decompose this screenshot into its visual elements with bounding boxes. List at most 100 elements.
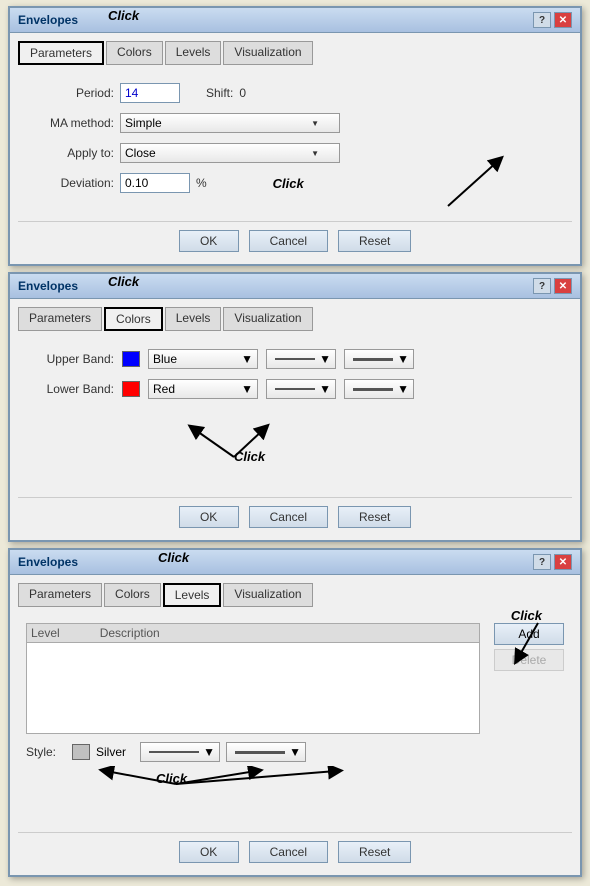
title-buttons-2: ? ✕ xyxy=(533,278,572,294)
levels-form-area: Level Description Add Delete xyxy=(18,615,572,824)
title-buttons-3: ? ✕ xyxy=(533,554,572,570)
help-button-2[interactable]: ? xyxy=(533,278,551,294)
reset-button-1[interactable]: Reset xyxy=(338,230,411,252)
tabs-1: Parameters Colors Levels Visualization xyxy=(18,41,572,65)
lower-band-line-style-dropdown[interactable]: ▼ xyxy=(266,379,336,399)
lower-band-label: Lower Band: xyxy=(34,382,114,396)
tabs-3: Parameters Colors Levels Visualization xyxy=(18,583,572,607)
dialog-title-2: Envelopes ? ✕ xyxy=(10,274,580,299)
ok-button-2[interactable]: OK xyxy=(179,506,239,528)
tab-levels-2[interactable]: Levels xyxy=(165,307,222,331)
click-area-2: Click xyxy=(34,419,556,479)
title-buttons-1: ? ✕ xyxy=(533,12,572,28)
upper-band-width-arrow: ▼ xyxy=(397,352,409,366)
apply-to-row: Apply to: Close ▼ xyxy=(34,143,556,163)
ma-method-value: Simple xyxy=(125,116,162,130)
tab-colors-3[interactable]: Colors xyxy=(104,583,161,607)
colors-form-area: Upper Band: Blue ▼ ▼ ▼ xyxy=(18,339,572,489)
style-width-preview xyxy=(235,751,285,754)
add-button[interactable]: Add xyxy=(494,623,564,645)
click-annotation-1: Click xyxy=(273,176,304,191)
help-button-1[interactable]: ? xyxy=(533,12,551,28)
lower-band-width-preview xyxy=(353,388,393,391)
dialog-envelopes-3: Envelopes ? ✕ Parameters Colors Levels V… xyxy=(8,548,582,877)
levels-main-row: Level Description Add Delete xyxy=(26,623,564,734)
dialog-title-text-1: Envelopes xyxy=(18,13,78,27)
apply-to-value: Close xyxy=(125,146,156,160)
lower-band-color-dropdown[interactable]: Red ▼ xyxy=(148,379,258,399)
cancel-button-3[interactable]: Cancel xyxy=(249,841,328,863)
button-row-2: OK Cancel Reset xyxy=(18,497,572,532)
click-top-3: Click xyxy=(158,550,189,565)
levels-content[interactable] xyxy=(27,643,479,733)
upper-band-width-dropdown[interactable]: ▼ xyxy=(344,349,414,369)
style-line-arrow: ▼ xyxy=(203,745,215,759)
lower-band-dropdown-arrow: ▼ xyxy=(241,382,253,396)
tab-visualization-2[interactable]: Visualization xyxy=(223,307,312,331)
close-button-1[interactable]: ✕ xyxy=(554,12,572,28)
levels-table-header: Level Description xyxy=(27,624,479,643)
tab-visualization-3[interactable]: Visualization xyxy=(223,583,312,607)
deviation-input[interactable] xyxy=(120,173,190,193)
style-row: Style: Silver ▼ ▼ xyxy=(26,742,564,762)
close-button-2[interactable]: ✕ xyxy=(554,278,572,294)
ok-button-1[interactable]: OK xyxy=(179,230,239,252)
reset-button-2[interactable]: Reset xyxy=(338,506,411,528)
dialog-body-1: Parameters Colors Levels Visualization P… xyxy=(10,33,580,264)
click-add-3: Click xyxy=(511,608,542,623)
tab-levels-3[interactable]: Levels xyxy=(163,583,222,607)
levels-table: Level Description xyxy=(26,623,480,734)
ok-button-3[interactable]: OK xyxy=(179,841,239,863)
tab-parameters-1[interactable]: Parameters xyxy=(18,41,104,65)
tab-levels-1[interactable]: Levels xyxy=(165,41,222,65)
dialog-body-3: Parameters Colors Levels Visualization L… xyxy=(10,575,580,875)
help-button-3[interactable]: ? xyxy=(533,554,551,570)
apply-to-label: Apply to: xyxy=(34,146,114,160)
style-line-style-dropdown[interactable]: ▼ xyxy=(140,742,220,762)
shift-value: 0 xyxy=(239,86,246,100)
close-button-3[interactable]: ✕ xyxy=(554,554,572,570)
click-area-3: Click xyxy=(26,766,564,816)
dialog-body-2: Parameters Colors Levels Visualization U… xyxy=(10,299,580,540)
style-swatch xyxy=(72,744,90,760)
lower-band-line-arrow: ▼ xyxy=(319,382,331,396)
upper-band-color-dropdown[interactable]: Blue ▼ xyxy=(148,349,258,369)
upper-band-color-value: Blue xyxy=(153,352,177,366)
tabs-2: Parameters Colors Levels Visualization xyxy=(18,307,572,331)
period-input[interactable] xyxy=(120,83,180,103)
upper-band-width-preview xyxy=(353,358,393,361)
lower-band-line-preview xyxy=(275,388,315,390)
upper-band-line-preview xyxy=(275,358,315,360)
reset-button-3[interactable]: Reset xyxy=(338,841,411,863)
apply-to-arrow: ▼ xyxy=(311,149,319,158)
upper-band-swatch xyxy=(122,351,140,367)
click-arrows-3 xyxy=(26,766,376,816)
tab-parameters-2[interactable]: Parameters xyxy=(18,307,102,331)
cancel-button-1[interactable]: Cancel xyxy=(249,230,328,252)
lower-band-width-dropdown[interactable]: ▼ xyxy=(344,379,414,399)
upper-band-line-arrow: ▼ xyxy=(319,352,331,366)
button-row-1: OK Cancel Reset xyxy=(18,221,572,256)
dialog-title-text-3: Envelopes xyxy=(18,555,78,569)
click-top-2: Click xyxy=(108,274,139,289)
dialog-envelopes-2: Envelopes ? ✕ Parameters Colors Levels V… xyxy=(8,272,582,542)
upper-band-line-style-dropdown[interactable]: ▼ xyxy=(266,349,336,369)
tab-visualization-1[interactable]: Visualization xyxy=(223,41,312,65)
apply-to-dropdown[interactable]: Close ▼ xyxy=(120,143,340,163)
style-width-arrow: ▼ xyxy=(289,745,301,759)
delete-button[interactable]: Delete xyxy=(494,649,564,671)
tab-colors-1[interactable]: Colors xyxy=(106,41,163,65)
upper-band-dropdown-arrow: ▼ xyxy=(241,352,253,366)
period-row: Period: Shift: 0 xyxy=(34,83,556,103)
dialog-title-1: Envelopes ? ✕ xyxy=(10,8,580,33)
style-width-dropdown[interactable]: ▼ xyxy=(226,742,306,762)
tab-parameters-3[interactable]: Parameters xyxy=(18,583,102,607)
lower-band-swatch xyxy=(122,381,140,397)
lower-band-color-value: Red xyxy=(153,382,175,396)
dialog-title-text-2: Envelopes xyxy=(18,279,78,293)
ma-method-label: MA method: xyxy=(34,116,114,130)
cancel-button-2[interactable]: Cancel xyxy=(249,506,328,528)
ma-method-dropdown[interactable]: Simple ▼ xyxy=(120,113,340,133)
upper-band-row: Upper Band: Blue ▼ ▼ ▼ xyxy=(34,349,556,369)
tab-colors-2[interactable]: Colors xyxy=(104,307,163,331)
